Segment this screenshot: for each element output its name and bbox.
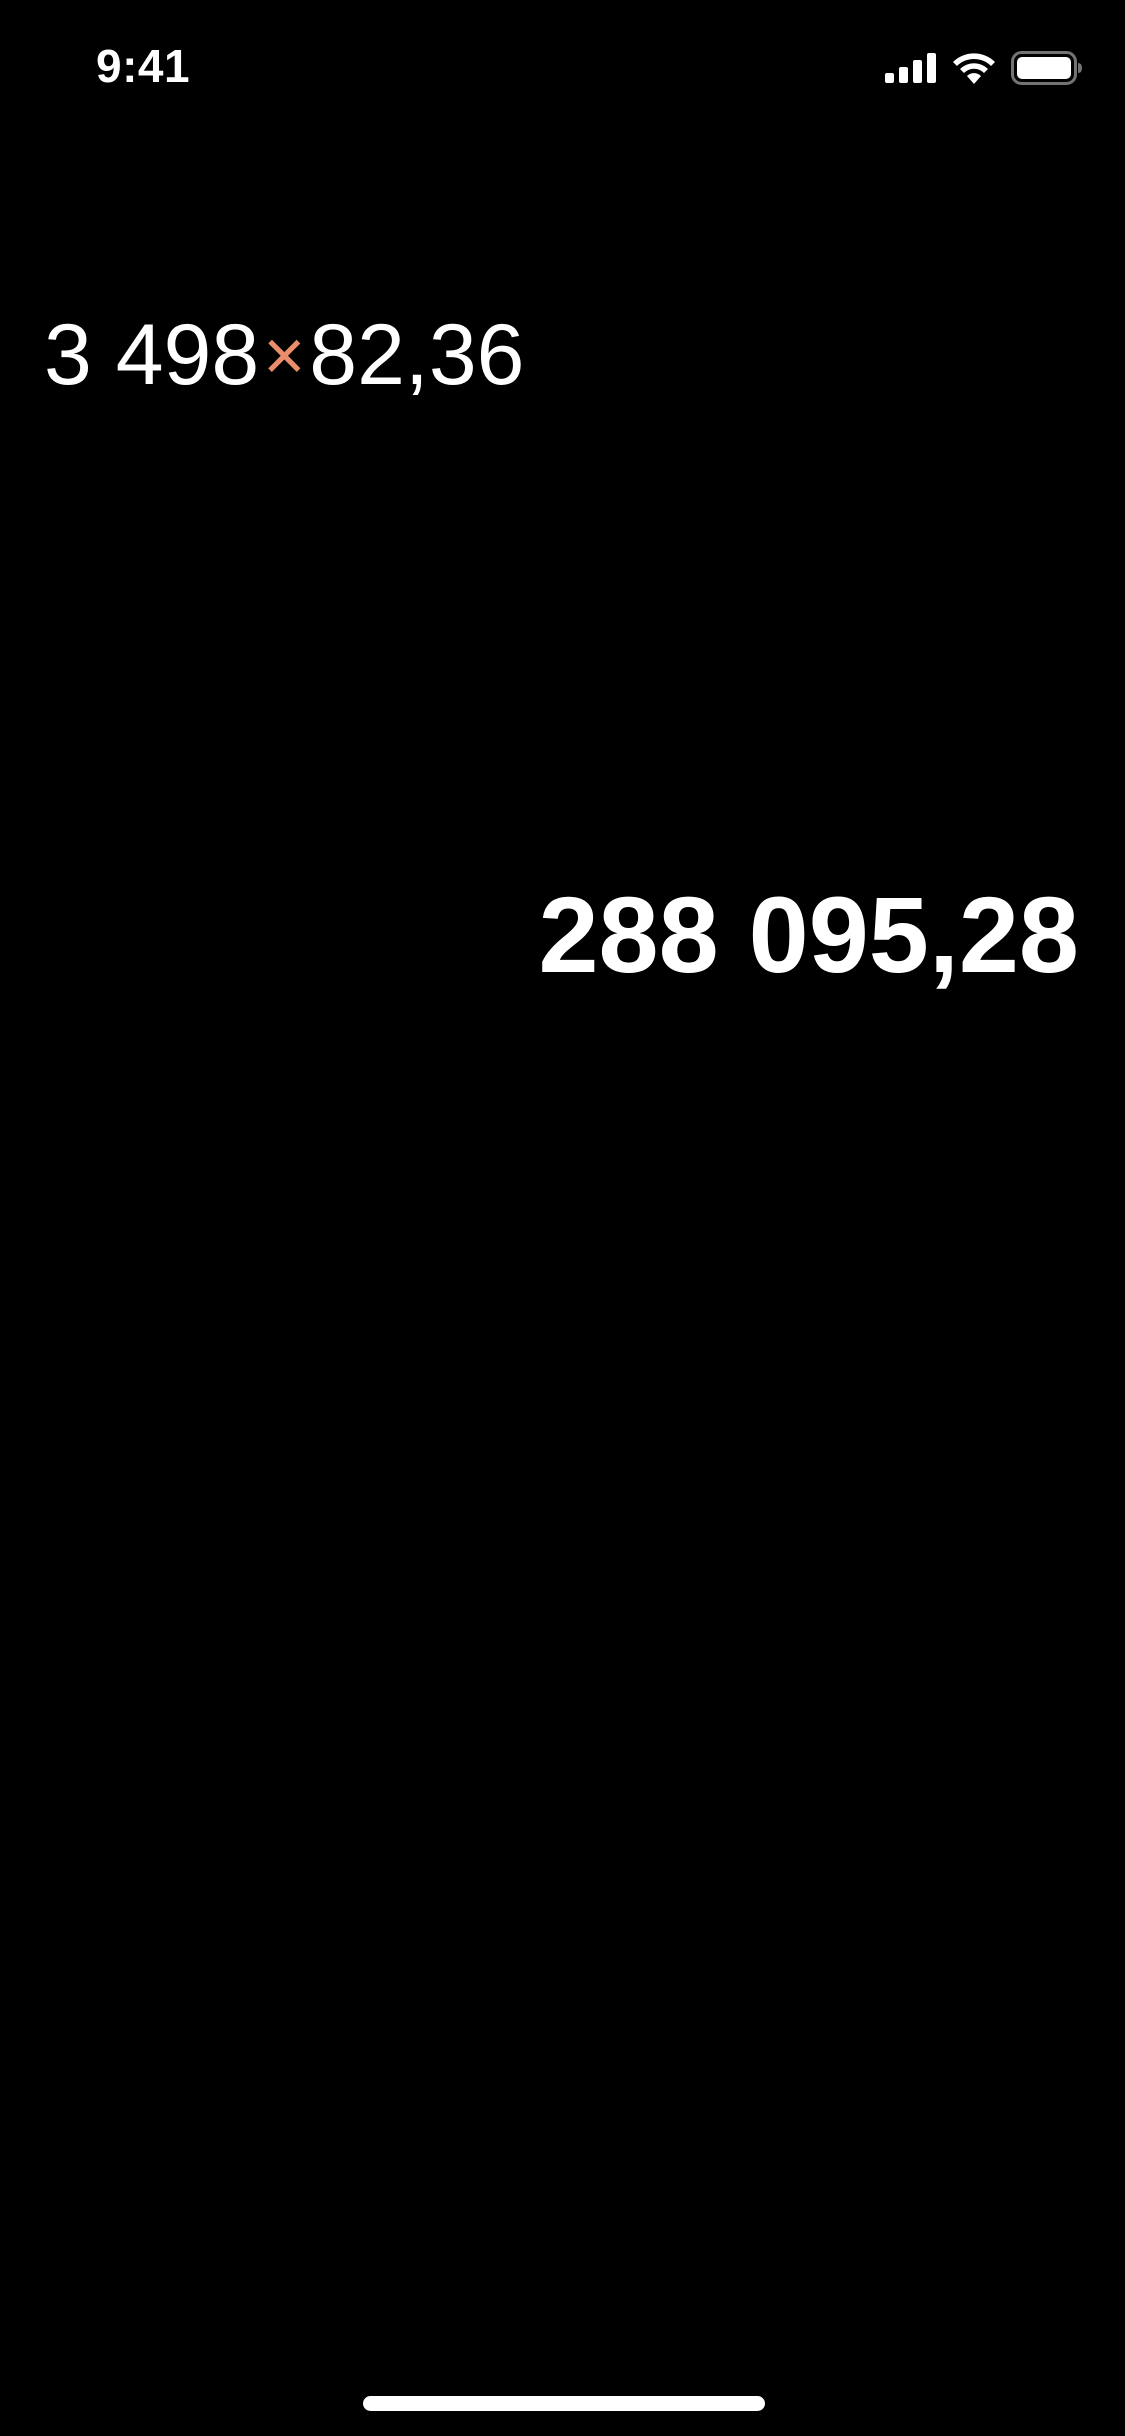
first-operand: 3 498 (44, 307, 260, 403)
cellular-signal-icon (885, 53, 937, 83)
home-indicator[interactable] (363, 2396, 765, 2411)
calculation-result: 288 095,28 (538, 874, 1079, 995)
multiply-operator: × (263, 316, 306, 396)
status-time: 9:41 (96, 40, 191, 92)
wifi-icon (951, 52, 997, 84)
second-operand: 82,36 (309, 307, 525, 403)
status-bar: 9:41 (0, 0, 1125, 132)
battery-icon (1011, 51, 1083, 85)
status-icons (871, 48, 1083, 88)
calculation-expression: 3 498×82,36 (44, 300, 524, 410)
